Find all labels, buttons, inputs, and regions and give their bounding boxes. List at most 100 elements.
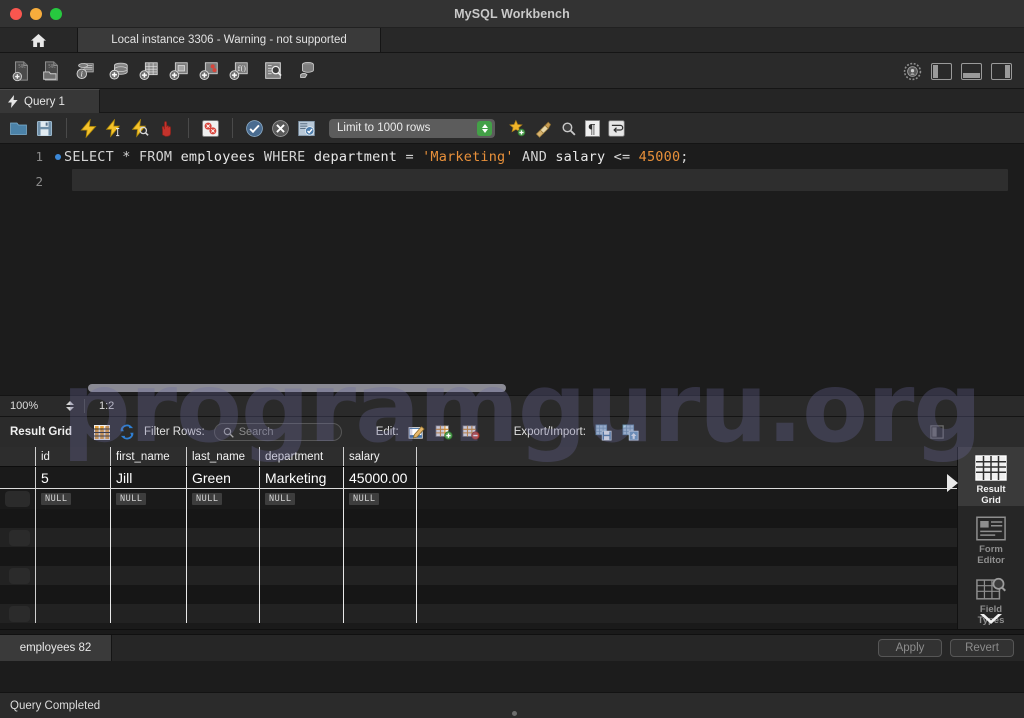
cell-empty[interactable] bbox=[111, 566, 187, 585]
create-procedure-icon[interactable] bbox=[198, 60, 220, 82]
table-row-empty[interactable] bbox=[0, 566, 957, 585]
column-header-department[interactable]: department bbox=[260, 447, 344, 466]
table-row-empty[interactable] bbox=[0, 547, 957, 566]
revert-button[interactable]: Revert bbox=[950, 639, 1014, 657]
code-line-2[interactable]: 2 bbox=[0, 169, 1024, 194]
home-button[interactable] bbox=[0, 28, 78, 52]
filter-rows-search-input[interactable]: Search bbox=[213, 423, 342, 441]
rollback-icon[interactable] bbox=[271, 119, 290, 138]
table-row[interactable]: 5 Jill Green Marketing 45000.00 bbox=[0, 467, 957, 489]
delete-row-icon[interactable] bbox=[462, 424, 480, 440]
cell-id[interactable]: NULL bbox=[36, 489, 111, 509]
toggle-stop-on-error-icon[interactable] bbox=[201, 119, 220, 138]
sql-code-editor[interactable]: 1 SELECT * FROM employees WHERE departme… bbox=[0, 144, 1024, 381]
explain-query-icon[interactable] bbox=[131, 118, 150, 138]
row-handle[interactable] bbox=[0, 467, 36, 488]
row-limit-select[interactable]: Limit to 1000 rows bbox=[329, 118, 495, 138]
execute-statement-icon[interactable] bbox=[79, 118, 98, 138]
cell-empty[interactable] bbox=[260, 604, 344, 623]
toggle-sidebar-icon[interactable] bbox=[931, 62, 952, 80]
toggle-output-icon[interactable] bbox=[961, 62, 982, 80]
more-views-button[interactable] bbox=[958, 611, 1024, 627]
column-header-last-name[interactable]: last_name bbox=[187, 447, 260, 466]
create-function-icon[interactable]: f() bbox=[228, 60, 250, 82]
clear-query-icon[interactable] bbox=[534, 119, 553, 138]
row-handle[interactable] bbox=[0, 489, 36, 509]
column-header-id[interactable]: id bbox=[36, 447, 111, 466]
zoom-control[interactable]: 100% bbox=[0, 400, 84, 412]
cell-empty[interactable] bbox=[36, 585, 111, 604]
cell-empty[interactable] bbox=[36, 566, 111, 585]
code-line-1[interactable]: 1 SELECT * FROM employees WHERE departme… bbox=[0, 144, 1024, 169]
search-data-icon[interactable] bbox=[262, 60, 284, 82]
save-script-icon[interactable] bbox=[35, 119, 54, 138]
tab-query-1[interactable]: Query 1 bbox=[0, 89, 100, 113]
cell-empty[interactable] bbox=[344, 604, 417, 623]
cell-first-name[interactable]: Jill bbox=[111, 467, 187, 488]
cell-empty[interactable] bbox=[111, 509, 187, 528]
cell-empty[interactable] bbox=[260, 528, 344, 547]
cell-empty[interactable] bbox=[36, 509, 111, 528]
cell-empty[interactable] bbox=[36, 528, 111, 547]
cell-empty[interactable] bbox=[187, 566, 260, 585]
insert-row-icon[interactable] bbox=[435, 424, 453, 440]
cell-empty[interactable] bbox=[36, 604, 111, 623]
editor-horizontal-scrollbar[interactable] bbox=[88, 384, 506, 392]
create-schema-icon[interactable] bbox=[108, 60, 130, 82]
new-sql-file-icon[interactable]: SQL bbox=[10, 60, 32, 82]
cell-empty[interactable] bbox=[111, 604, 187, 623]
connection-tab[interactable]: Local instance 3306 - Warning - not supp… bbox=[78, 28, 381, 52]
server-info-icon[interactable]: i bbox=[74, 60, 96, 82]
grid-view-icon[interactable] bbox=[93, 424, 110, 440]
toggle-autocommit-icon[interactable] bbox=[297, 119, 316, 138]
cell-empty[interactable] bbox=[187, 528, 260, 547]
reconnect-dbms-icon[interactable] bbox=[296, 60, 318, 82]
cell-empty[interactable] bbox=[344, 509, 417, 528]
commit-icon[interactable] bbox=[245, 119, 264, 138]
table-row-empty[interactable] bbox=[0, 509, 957, 528]
refresh-icon[interactable] bbox=[119, 424, 135, 440]
wrap-lines-icon[interactable] bbox=[608, 119, 625, 137]
cell-empty[interactable] bbox=[344, 528, 417, 547]
open-sql-file-icon[interactable]: SQL bbox=[40, 60, 62, 82]
cell-empty[interactable] bbox=[187, 585, 260, 604]
cell-department[interactable]: Marketing bbox=[260, 467, 344, 488]
cell-empty[interactable] bbox=[344, 547, 417, 566]
sidebar-item-form-editor[interactable]: Form Editor bbox=[958, 506, 1024, 566]
execute-current-statement-icon[interactable] bbox=[105, 118, 124, 138]
stop-execution-icon[interactable] bbox=[157, 119, 176, 138]
cell-empty[interactable] bbox=[260, 566, 344, 585]
open-file-icon[interactable] bbox=[9, 119, 28, 138]
close-window-button[interactable] bbox=[10, 8, 22, 20]
cell-first-name[interactable]: NULL bbox=[111, 489, 187, 509]
cell-salary[interactable]: 45000.00 bbox=[344, 467, 417, 488]
cell-id[interactable]: 5 bbox=[36, 467, 111, 488]
cell-empty[interactable] bbox=[111, 528, 187, 547]
statement-marker-1[interactable] bbox=[52, 153, 64, 160]
cell-empty[interactable] bbox=[344, 585, 417, 604]
wrap-cell-content-icon[interactable] bbox=[930, 425, 944, 439]
cell-empty[interactable] bbox=[260, 585, 344, 604]
row-limit-stepper[interactable] bbox=[477, 120, 492, 136]
cell-last-name[interactable]: Green bbox=[187, 467, 260, 488]
export-recordset-icon[interactable] bbox=[595, 423, 613, 441]
cell-empty[interactable] bbox=[111, 585, 187, 604]
table-row-empty[interactable] bbox=[0, 585, 957, 604]
cell-empty[interactable] bbox=[187, 604, 260, 623]
toggle-invisible-chars-icon[interactable]: ¶ bbox=[584, 119, 601, 138]
cell-empty[interactable] bbox=[187, 509, 260, 528]
cell-empty[interactable] bbox=[187, 547, 260, 566]
table-row-empty[interactable] bbox=[0, 528, 957, 547]
cell-last-name[interactable]: NULL bbox=[187, 489, 260, 509]
cell-empty[interactable] bbox=[260, 547, 344, 566]
toggle-secondary-sidebar-icon[interactable] bbox=[991, 62, 1012, 80]
zoom-stepper[interactable] bbox=[66, 401, 74, 411]
cell-empty[interactable] bbox=[36, 547, 111, 566]
edit-row-icon[interactable] bbox=[408, 424, 426, 440]
settings-gear-icon[interactable] bbox=[903, 62, 922, 81]
apply-button[interactable]: Apply bbox=[878, 639, 942, 657]
cell-empty[interactable] bbox=[111, 547, 187, 566]
beautify-sql-icon[interactable] bbox=[508, 119, 527, 138]
result-set-tab-employees[interactable]: employees 82 bbox=[0, 635, 112, 661]
maximize-window-button[interactable] bbox=[50, 8, 62, 20]
